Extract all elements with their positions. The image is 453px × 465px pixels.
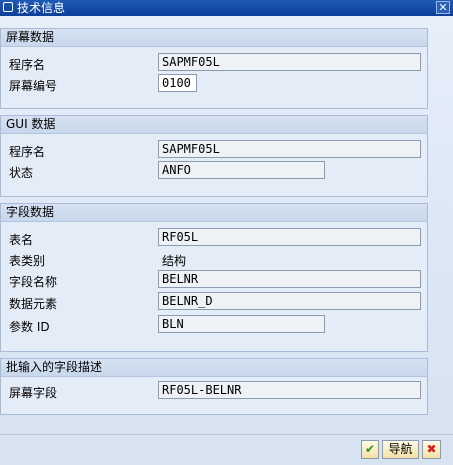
screen-field-field[interactable]: RF05L-BELNR [158,381,421,399]
label-screen-number: 屏幕编号 [9,79,58,93]
field-name-field[interactable]: BELNR [158,270,421,288]
row-gui-program-name: 程序名 SAPMF05L [1,140,427,160]
screen-number-field[interactable]: 0100 [158,74,197,92]
row-status: 状态 ANFO [1,161,427,181]
window-app-icon [3,2,13,12]
label-screen-field: 屏幕字段 [9,386,58,400]
window-titlebar: 技术信息 ✕ [0,0,453,16]
group-header-field-data: 字段数据 [1,204,427,222]
gui-program-name-field[interactable]: SAPMF05L [158,140,421,158]
group-header-screen-data: 屏幕数据 [1,29,427,47]
group-header-batch-input: 批输入的字段描述 [1,359,427,377]
label-parameter-id: 参数 ID [9,320,50,334]
row-screen-number: 屏幕编号 0100 [1,74,427,94]
window-title: 技术信息 [17,1,66,15]
row-table-type: 表类别 结构 [1,249,427,269]
row-program-name: 程序名 SAPMF05L [1,53,427,73]
ok-check-icon[interactable]: ✔ [361,440,379,459]
group-header-gui-data: GUI 数据 [1,116,427,134]
group-field-data: 字段数据 表名 RF05L 表类别 结构 字段名称 BELNR 数据元素 BEL… [0,203,428,352]
row-screen-field: 屏幕字段 RF05L-BELNR [1,381,427,401]
navigate-button[interactable]: 导航 [382,440,419,459]
row-data-element: 数据元素 BELNR_D [1,292,427,312]
label-data-element: 数据元素 [9,297,58,311]
dialog-content: 屏幕数据 程序名 SAPMF05L 屏幕编号 0100 GUI 数据 程序名 S… [0,16,453,465]
label-status: 状态 [9,166,34,180]
label-field-name: 字段名称 [9,275,58,289]
cancel-x-icon[interactable]: ✖ [422,440,441,459]
table-name-field[interactable]: RF05L [158,228,421,246]
label-gui-program-name: 程序名 [9,145,46,159]
group-gui-data: GUI 数据 程序名 SAPMF05L 状态 ANFO [0,115,428,197]
status-field[interactable]: ANFO [158,161,325,179]
label-program-name: 程序名 [9,58,46,72]
label-table-name: 表名 [9,233,34,247]
group-screen-data: 屏幕数据 程序名 SAPMF05L 屏幕编号 0100 [0,28,428,109]
close-icon[interactable]: ✕ [436,1,450,14]
row-parameter-id: 参数 ID BLN [1,315,427,335]
data-element-field[interactable]: BELNR_D [158,292,421,310]
parameter-id-field[interactable]: BLN [158,315,325,333]
label-table-type: 表类别 [9,254,46,268]
row-table-name: 表名 RF05L [1,228,427,248]
program-name-field[interactable]: SAPMF05L [158,53,421,71]
row-field-name: 字段名称 BELNR [1,270,427,290]
group-batch-input: 批输入的字段描述 屏幕字段 RF05L-BELNR [0,358,428,415]
table-type-value: 结构 [162,254,187,268]
